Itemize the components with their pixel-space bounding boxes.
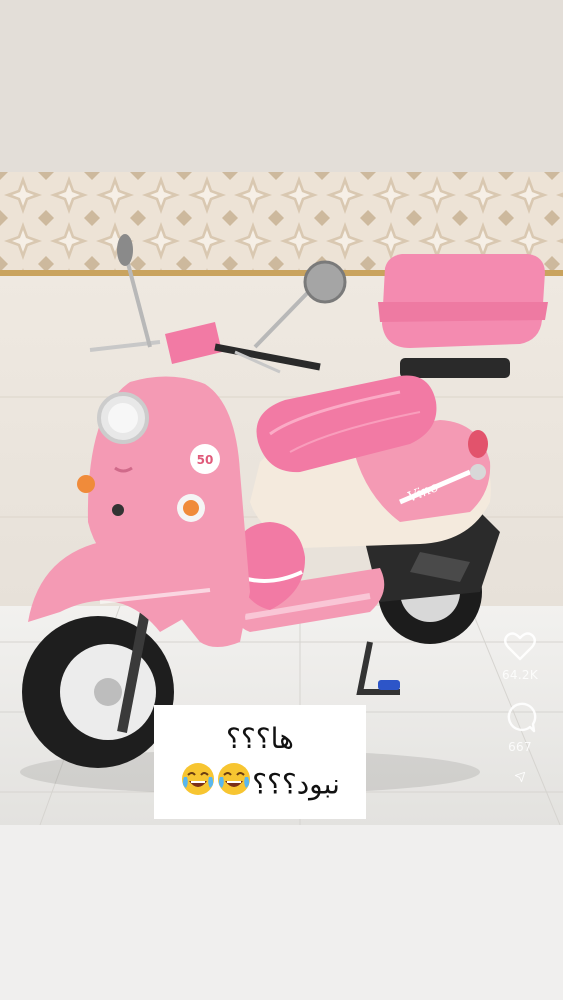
post-action-bar: 64.2K 667 [495, 628, 545, 794]
caption-line-2: نبود؟؟؟ [168, 761, 352, 810]
share-icon[interactable] [502, 770, 538, 784]
comment-action[interactable]: 667 [495, 700, 545, 754]
svg-text:50: 50 [197, 453, 214, 467]
heart-icon[interactable] [502, 628, 538, 664]
top-letterbox [0, 0, 563, 172]
like-count: 64.2K [501, 668, 539, 682]
caption-box: ها؟؟؟ نبود؟؟؟ [154, 705, 366, 819]
face-with-tears-of-joy-icon [180, 761, 216, 810]
comment-bubble-icon[interactable] [502, 700, 538, 736]
bottom-letterbox [0, 825, 563, 1000]
share-action[interactable] [495, 770, 545, 784]
face-with-tears-of-joy-icon [216, 761, 252, 810]
caption-line-1: ها؟؟؟ [226, 722, 294, 755]
like-action[interactable]: 64.2K [495, 628, 545, 682]
caption-line-2-text: نبود؟؟؟ [252, 767, 340, 801]
comment-count: 667 [508, 740, 532, 754]
